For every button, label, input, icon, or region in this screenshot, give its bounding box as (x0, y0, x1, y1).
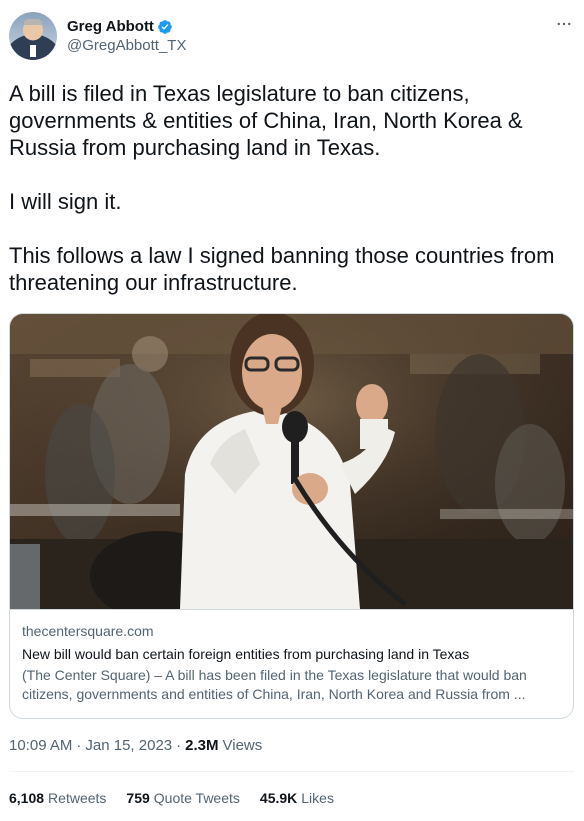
tweet-paragraph: This follows a law I signed banning thos… (9, 243, 555, 295)
verified-badge-icon (158, 19, 172, 34)
likes-stat[interactable]: 45.9K Likes (260, 790, 334, 806)
likes-count: 45.9K (259, 790, 298, 806)
divider (9, 771, 574, 772)
tweet-paragraph: A bill is filed in Texas legislature to … (9, 81, 523, 160)
link-card[interactable]: thecentersquare.com New bill would ban c… (9, 313, 574, 719)
author-handle[interactable]: @GregAbbott_TX (67, 37, 186, 54)
engagement-stats: 6,108 Retweets 759 Quote Tweets 45.9K Li… (9, 790, 354, 806)
tweet-paragraph: I will sign it. (9, 189, 122, 214)
avatar[interactable] (9, 12, 57, 60)
views-label: Views (222, 737, 263, 754)
views-count: 2.3M (185, 737, 219, 754)
tweet-time[interactable]: 10:09 AM (9, 737, 72, 754)
tweet-text: A bill is filed in Texas legislature to … (9, 80, 569, 296)
tweet-date[interactable]: Jan 15, 2023 (85, 737, 172, 754)
tweet-meta: 10:09 AM · Jan 15, 2023 · 2.3M Views (9, 737, 262, 754)
retweets-stat[interactable]: 6,108 Retweets (9, 790, 106, 806)
likes-label: Likes (301, 790, 334, 806)
link-card-body[interactable]: thecentersquare.com New bill would ban c… (10, 609, 573, 718)
link-card-image[interactable] (10, 314, 573, 609)
more-horizontal-icon[interactable] (554, 14, 574, 34)
legislator-speaking-photo (10, 314, 573, 609)
meta-separator: · (76, 737, 82, 754)
quote-tweets-label: Quote Tweets (153, 790, 240, 806)
author-name-row: Greg Abbott (67, 17, 173, 36)
quote-tweets-stat[interactable]: 759 Quote Tweets (126, 790, 240, 806)
avatar-collar (30, 45, 36, 57)
link-card-description: (The Center Square) – A bill has been fi… (22, 667, 527, 702)
link-card-title: New bill would ban certain foreign entit… (22, 646, 470, 662)
meta-separator: · (176, 737, 182, 754)
retweets-label: Retweets (48, 790, 107, 806)
avatar-hair (24, 19, 42, 25)
link-card-domain: thecentersquare.com (22, 623, 154, 639)
quote-tweets-count: 759 (126, 790, 150, 806)
author-display-name[interactable]: Greg Abbott (67, 18, 154, 35)
tweet: Greg Abbott @GregAbbott_TX A bill is fil… (0, 0, 584, 821)
retweets-count: 6,108 (9, 790, 45, 806)
